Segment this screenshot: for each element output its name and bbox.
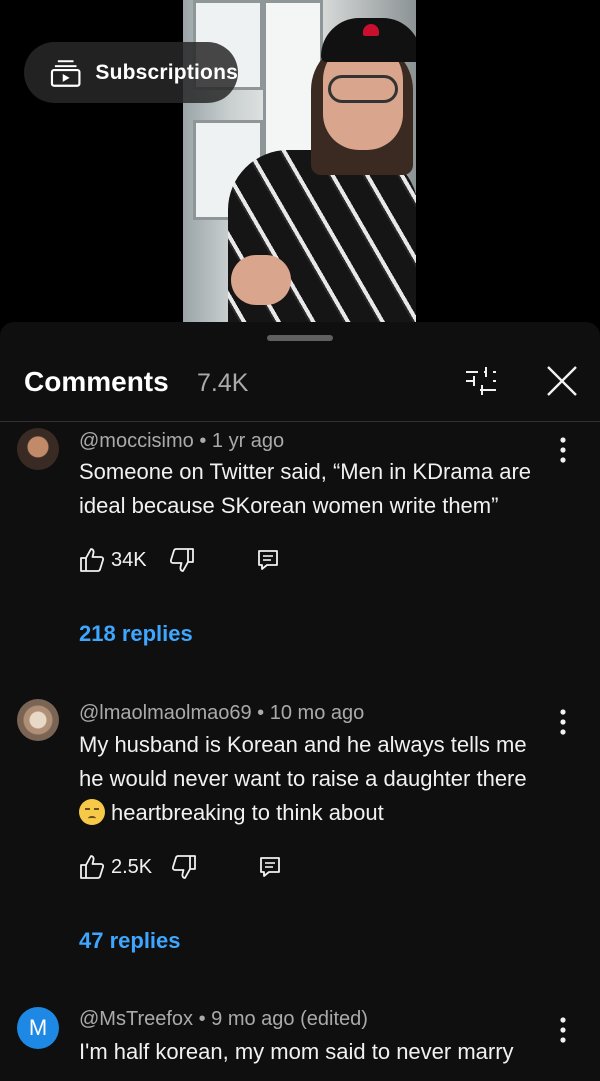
comment-meta: @MsTreefox • 9 mo ago (edited) [79,1008,368,1031]
meta-separator: • [251,702,270,724]
comment-text-segment: heartbreaking to think about [111,800,384,825]
comment-text: My husband is Korean and he always tells… [79,728,569,830]
close-icon[interactable] [545,364,579,398]
filter-icon[interactable] [464,364,498,398]
cap-heart-logo [363,24,379,36]
avatar[interactable] [17,699,59,741]
header-divider [0,421,600,422]
subscriptions-button[interactable]: Subscriptions [24,42,238,103]
pensive-face-emoji [79,799,105,825]
comments-count: 7.4K [197,369,249,397]
thumb-down-icon[interactable] [171,854,197,880]
comments-title: Comments [24,366,169,397]
person-hand [231,255,291,305]
view-replies-link[interactable]: 47 replies [79,928,181,954]
reply-icon[interactable] [259,856,281,878]
thumb-down-icon[interactable] [169,547,195,573]
video-player[interactable]: Subscriptions [0,0,600,322]
comment-author[interactable]: @lmaolmaolmao69 [79,702,252,724]
comment-author[interactable]: @moccisimo [79,430,194,452]
avatar[interactable] [17,428,59,470]
comment-text-line: he would never want to raise a daughter … [79,766,527,791]
comment-actions: 34K [79,544,279,576]
thumb-up-icon[interactable] [79,547,105,573]
meta-separator: • [193,430,212,452]
comment-actions: 2.5K [79,851,281,883]
like-count: 34K [111,548,147,571]
comments-sheet: Comments 7.4K @moccisimo • 1 yr ago Some… [0,322,600,1081]
meta-separator: • [193,1008,212,1030]
drag-handle[interactable] [267,335,333,341]
reply-icon[interactable] [257,549,279,571]
subscriptions-icon [50,59,81,87]
glasses [328,75,398,103]
comment-age: 10 mo ago [269,702,365,724]
view-replies-link[interactable]: 218 replies [79,621,193,647]
comment-author[interactable]: @MsTreefox [79,1008,193,1030]
subscriptions-label: Subscriptions [95,60,238,84]
comment-meta: @lmaolmaolmao69 • 10 mo ago [79,702,364,725]
comment-text: I'm half korean, my mom said to never ma… [79,1039,514,1064]
comment-meta: @moccisimo • 1 yr ago [79,430,284,453]
comment-text-line: My husband is Korean and he always tells… [79,732,527,757]
comment-age: 9 mo ago (edited) [211,1008,368,1030]
comment-text: Someone on Twitter said, “Men in KDrama … [79,459,532,518]
avatar[interactable]: M [17,1007,59,1049]
like-count: 2.5K [111,855,153,878]
comment-age: 1 yr ago [211,430,285,452]
thumb-up-icon[interactable] [79,854,105,880]
comment-text-line: heartbreaking to think about [79,796,569,830]
